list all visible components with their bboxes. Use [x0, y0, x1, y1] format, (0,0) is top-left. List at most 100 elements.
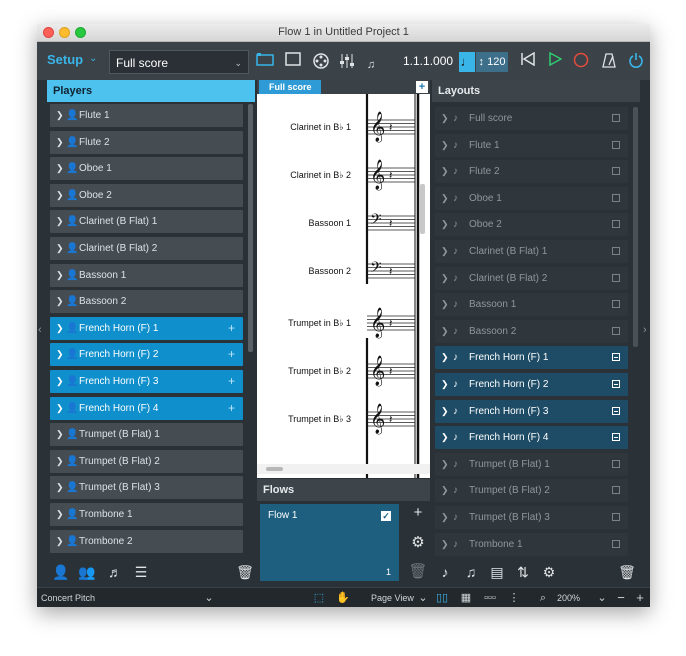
- player-row[interactable]: ❯ 👤 French Horn (F) 4 +: [50, 396, 243, 420]
- mixer-icon[interactable]: [337, 52, 357, 75]
- vertical-pages-icon[interactable]: ⋮: [506, 588, 522, 607]
- player-row[interactable]: ❯ 👤 Bassoon 2: [50, 290, 243, 314]
- chevron-right-icon[interactable]: ❯: [441, 293, 449, 316]
- view-selector[interactable]: Page View: [371, 588, 414, 607]
- chevron-right-icon[interactable]: ❯: [56, 450, 64, 473]
- layout-row[interactable]: ❯ ♪ Clarinet (B Flat) 2: [435, 266, 628, 290]
- galley-view-icon[interactable]: [255, 52, 275, 71]
- layout-row[interactable]: ❯ ♪ Trumpet (B Flat) 3: [435, 506, 628, 529]
- add-group-icon[interactable]: ☰: [131, 564, 151, 581]
- player-row[interactable]: ❯ 👤 French Horn (F) 2 +: [50, 343, 243, 367]
- add-flow-icon[interactable]: +: [407, 504, 429, 521]
- chevron-right-icon[interactable]: ❯: [56, 131, 64, 154]
- zoom-icon[interactable]: ⌕: [535, 588, 551, 607]
- tempo-display[interactable]: ↕ 120: [476, 52, 508, 72]
- trash-icon[interactable]: 🗑: [235, 564, 255, 581]
- chevron-down-icon[interactable]: ⌄: [415, 588, 431, 607]
- layout-checkbox[interactable]: [612, 539, 620, 548]
- layout-row[interactable]: ❯ ♪ Oboe 1: [435, 186, 628, 210]
- add-solo-player-icon[interactable]: 👤: [51, 564, 71, 581]
- chevron-right-icon[interactable]: ❯: [441, 213, 449, 236]
- player-row[interactable]: ❯ 👤 Oboe 2: [50, 183, 243, 207]
- player-row[interactable]: ❯ 👤 Clarinet (B Flat) 1: [50, 210, 243, 234]
- chevron-right-icon[interactable]: ❯: [56, 476, 64, 499]
- click-toggle-button[interactable]: ♩: [459, 52, 475, 72]
- chevron-right-icon[interactable]: ❯: [56, 343, 64, 366]
- add-part-layout-icon[interactable]: ♫: [461, 564, 481, 580]
- score-vertical-scrollbar[interactable]: [420, 184, 425, 234]
- score-scroll-thumb[interactable]: [266, 467, 283, 471]
- layout-checkbox[interactable]: [612, 114, 620, 122]
- layout-row[interactable]: ❯ ♪ Full score: [435, 107, 628, 130]
- page-view-icon[interactable]: [283, 52, 303, 71]
- chevron-down-icon[interactable]: ⌄: [201, 588, 217, 607]
- add-custom-layout-icon[interactable]: ▤: [487, 564, 507, 581]
- layout-checkbox[interactable]: [612, 433, 620, 442]
- player-row[interactable]: ❯ 👤 Trumpet (B Flat) 1: [50, 423, 243, 447]
- metronome-icon[interactable]: [599, 52, 619, 73]
- gear-icon[interactable]: ⚙: [539, 564, 559, 581]
- player-row[interactable]: ❯ 👤 French Horn (F) 3 +: [50, 370, 243, 393]
- video-icon[interactable]: [311, 52, 331, 75]
- layout-row[interactable]: ❯ ♪ Bassoon 1: [435, 293, 628, 317]
- chevron-right-icon[interactable]: ❯: [56, 317, 64, 340]
- chevron-right-icon[interactable]: ❯: [56, 184, 64, 207]
- players-scrollbar[interactable]: [248, 104, 253, 352]
- pitch-selector[interactable]: Concert Pitch: [41, 588, 95, 607]
- zoom-out-button[interactable]: −: [613, 588, 629, 607]
- layout-checkbox[interactable]: [612, 220, 620, 229]
- chevron-right-icon[interactable]: ❯: [56, 290, 64, 313]
- player-row[interactable]: ❯ 👤 French Horn (F) 1 +: [50, 316, 243, 340]
- add-instrument-button[interactable]: +: [228, 370, 235, 393]
- layouts-scrollbar[interactable]: [633, 107, 638, 347]
- player-row[interactable]: ❯ 👤 Trumpet (B Flat) 2: [50, 449, 243, 473]
- chevron-left-icon[interactable]: ‹: [38, 324, 42, 336]
- layout-row[interactable]: ❯ ♪ French Horn (F) 1: [435, 346, 628, 370]
- player-row[interactable]: ❯ 👤 Flute 1: [50, 104, 243, 127]
- layout-checkbox[interactable]: [612, 193, 620, 202]
- score-page[interactable]: 𝄞 𝄽 Clarinet in B♭ 1 𝄞 𝄽 Clarinet in B♭ 2 𝄢 𝄽 Ba…: [257, 94, 430, 478]
- layout-checkbox[interactable]: [612, 300, 620, 309]
- chevron-right-icon[interactable]: ❯: [56, 104, 64, 127]
- layout-row[interactable]: ❯ ♪ Flute 2: [435, 160, 628, 184]
- flow-checkbox[interactable]: ✓: [381, 511, 391, 521]
- layout-row[interactable]: ❯ ♪ French Horn (F) 2: [435, 373, 628, 396]
- layout-row[interactable]: ❯ ♪ French Horn (F) 4: [435, 426, 628, 450]
- layout-checkbox[interactable]: [612, 380, 620, 388]
- chevron-right-icon[interactable]: ❯: [441, 506, 449, 529]
- add-instrument-button[interactable]: +: [228, 317, 235, 340]
- chevron-right-icon[interactable]: ❯: [441, 479, 449, 502]
- add-instrument-icon[interactable]: ♬: [105, 564, 125, 580]
- chevron-right-icon[interactable]: ❯: [441, 346, 449, 369]
- zoom-in-button[interactable]: +: [632, 588, 648, 607]
- chevron-right-icon[interactable]: ❯: [441, 453, 449, 476]
- player-row[interactable]: ❯ 👤 Clarinet (B Flat) 2: [50, 237, 243, 260]
- player-row[interactable]: ❯ 👤 Oboe 1: [50, 157, 243, 181]
- chevron-right-icon[interactable]: ❯: [56, 370, 64, 393]
- layout-row[interactable]: ❯ ♪ Trombone 1: [435, 532, 628, 556]
- layout-selector[interactable]: Full score ⌄: [109, 50, 249, 74]
- selection-tool-icon[interactable]: ⬚: [311, 588, 327, 607]
- chevron-right-icon[interactable]: ❯: [441, 320, 449, 343]
- tab-full-score[interactable]: Full score: [259, 80, 321, 94]
- chevron-right-icon[interactable]: ❯: [441, 107, 449, 130]
- player-row[interactable]: ❯ 👤 Trumpet (B Flat) 3: [50, 476, 243, 500]
- layout-row[interactable]: ❯ ♪ French Horn (F) 3: [435, 399, 628, 423]
- flow-card[interactable]: Flow 1 ✓ 1: [260, 504, 399, 581]
- layout-row[interactable]: ❯ ♪ Clarinet (B Flat) 1: [435, 240, 628, 263]
- add-instrument-button[interactable]: +: [228, 397, 235, 420]
- chevron-right-icon[interactable]: ❯: [56, 503, 64, 526]
- trash-icon[interactable]: 🗑: [407, 562, 429, 580]
- layout-checkbox[interactable]: [612, 273, 620, 282]
- score-horizontal-scrollbar[interactable]: [257, 464, 430, 474]
- chevron-right-icon[interactable]: ❯: [441, 160, 449, 183]
- layout-checkbox[interactable]: [612, 326, 620, 335]
- chevron-right-icon[interactable]: ❯: [441, 373, 449, 396]
- chevron-right-icon[interactable]: ❯: [441, 533, 449, 556]
- add-instrument-button[interactable]: +: [228, 343, 235, 366]
- power-icon[interactable]: [626, 52, 646, 73]
- player-row[interactable]: ❯ 👤 Bassoon 1: [50, 263, 243, 287]
- add-section-player-icon[interactable]: 👥: [77, 564, 97, 581]
- layout-checkbox[interactable]: [612, 513, 620, 521]
- play-icon[interactable]: [545, 51, 565, 71]
